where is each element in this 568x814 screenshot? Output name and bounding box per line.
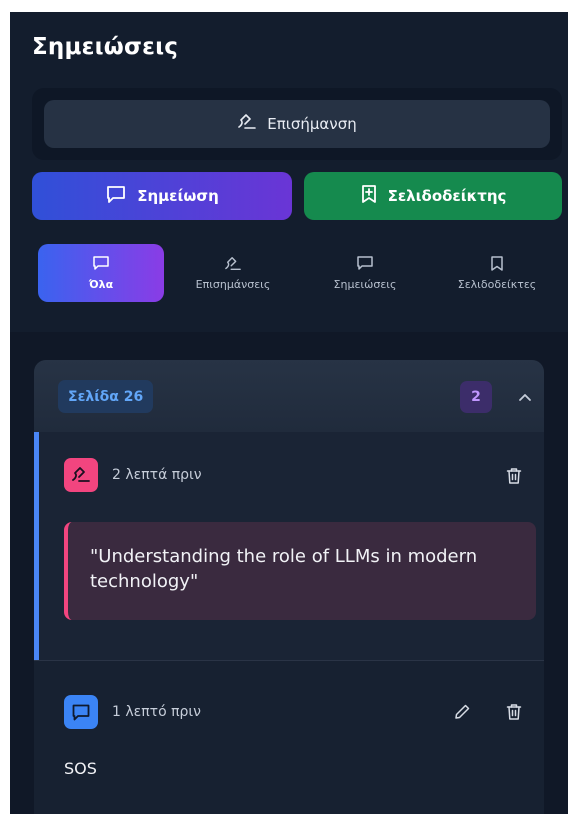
add-note-label: Σημείωση: [137, 187, 219, 205]
item-timestamp: 2 λεπτά πριν: [112, 467, 202, 483]
notes-panel: Σημειώσεις Επισήμανση Σημείωση Σελιδοδεί…: [10, 12, 568, 814]
item-timestamp: 1 λεπτό πριν: [112, 704, 201, 720]
highlighter-icon: [64, 458, 98, 492]
tab-bookmarks-label: Σελιδοδείκτες: [457, 278, 537, 291]
message-square-icon: [105, 184, 127, 208]
page-group: Σελίδα 26 2 2 λεπτά πριν "Understanding …: [34, 360, 544, 814]
message-square-icon: [92, 255, 110, 275]
highlighter-icon: [224, 256, 242, 275]
trash-icon[interactable]: [502, 700, 526, 724]
highlight-toolbar: Επισήμανση: [32, 88, 562, 160]
bookmark-plus-icon: [360, 184, 378, 208]
message-square-icon: [356, 255, 374, 275]
add-bookmark-label: Σελιδοδείκτης: [387, 187, 507, 205]
tab-highlights-label: Επισημάνσεις: [195, 277, 271, 291]
note-item[interactable]: 1 λεπτό πριν SOS: [34, 661, 544, 814]
tab-all-label: Όλα: [88, 278, 114, 291]
highlight-button[interactable]: Επισήμανση: [44, 100, 550, 148]
tab-highlights[interactable]: Επισημάνσεις: [170, 244, 296, 302]
highlight-button-label: Επισήμανση: [267, 115, 357, 133]
panel-header: Σημειώσεις Επισήμανση Σημείωση Σελιδοδεί…: [10, 12, 568, 332]
tab-all[interactable]: Όλα: [38, 244, 164, 302]
annotations-list: Σελίδα 26 2 2 λεπτά πριν "Understanding …: [10, 332, 568, 814]
message-square-icon: [64, 695, 98, 729]
bookmark-icon: [489, 255, 505, 275]
highlight-quote: "Understanding the role of LLMs in moder…: [64, 522, 536, 620]
note-text: SOS: [64, 759, 97, 778]
tab-bookmarks[interactable]: Σελιδοδείκτες: [434, 244, 560, 302]
tab-notes-label: Σημειώσεις: [333, 278, 397, 291]
page-badge: Σελίδα 26: [58, 380, 154, 413]
tab-notes[interactable]: Σημειώσεις: [302, 244, 428, 302]
filter-tabs: Όλα Επισημάνσεις Σημειώσεις Σελιδοδείκτε…: [32, 242, 562, 306]
pencil-icon[interactable]: [450, 700, 474, 724]
highlighter-icon: [237, 113, 257, 135]
trash-icon[interactable]: [502, 464, 526, 488]
count-badge: 2: [460, 381, 492, 413]
selected-indicator: [34, 432, 39, 660]
highlight-item[interactable]: 2 λεπτά πριν "Understanding the role of …: [34, 432, 544, 660]
add-note-button[interactable]: Σημείωση: [32, 172, 292, 220]
chevron-up-icon[interactable]: [514, 386, 536, 408]
panel-title: Σημειώσεις: [32, 34, 179, 60]
add-bookmark-button[interactable]: Σελιδοδείκτης: [304, 172, 562, 220]
page-group-header[interactable]: Σελίδα 26 2: [34, 360, 544, 432]
